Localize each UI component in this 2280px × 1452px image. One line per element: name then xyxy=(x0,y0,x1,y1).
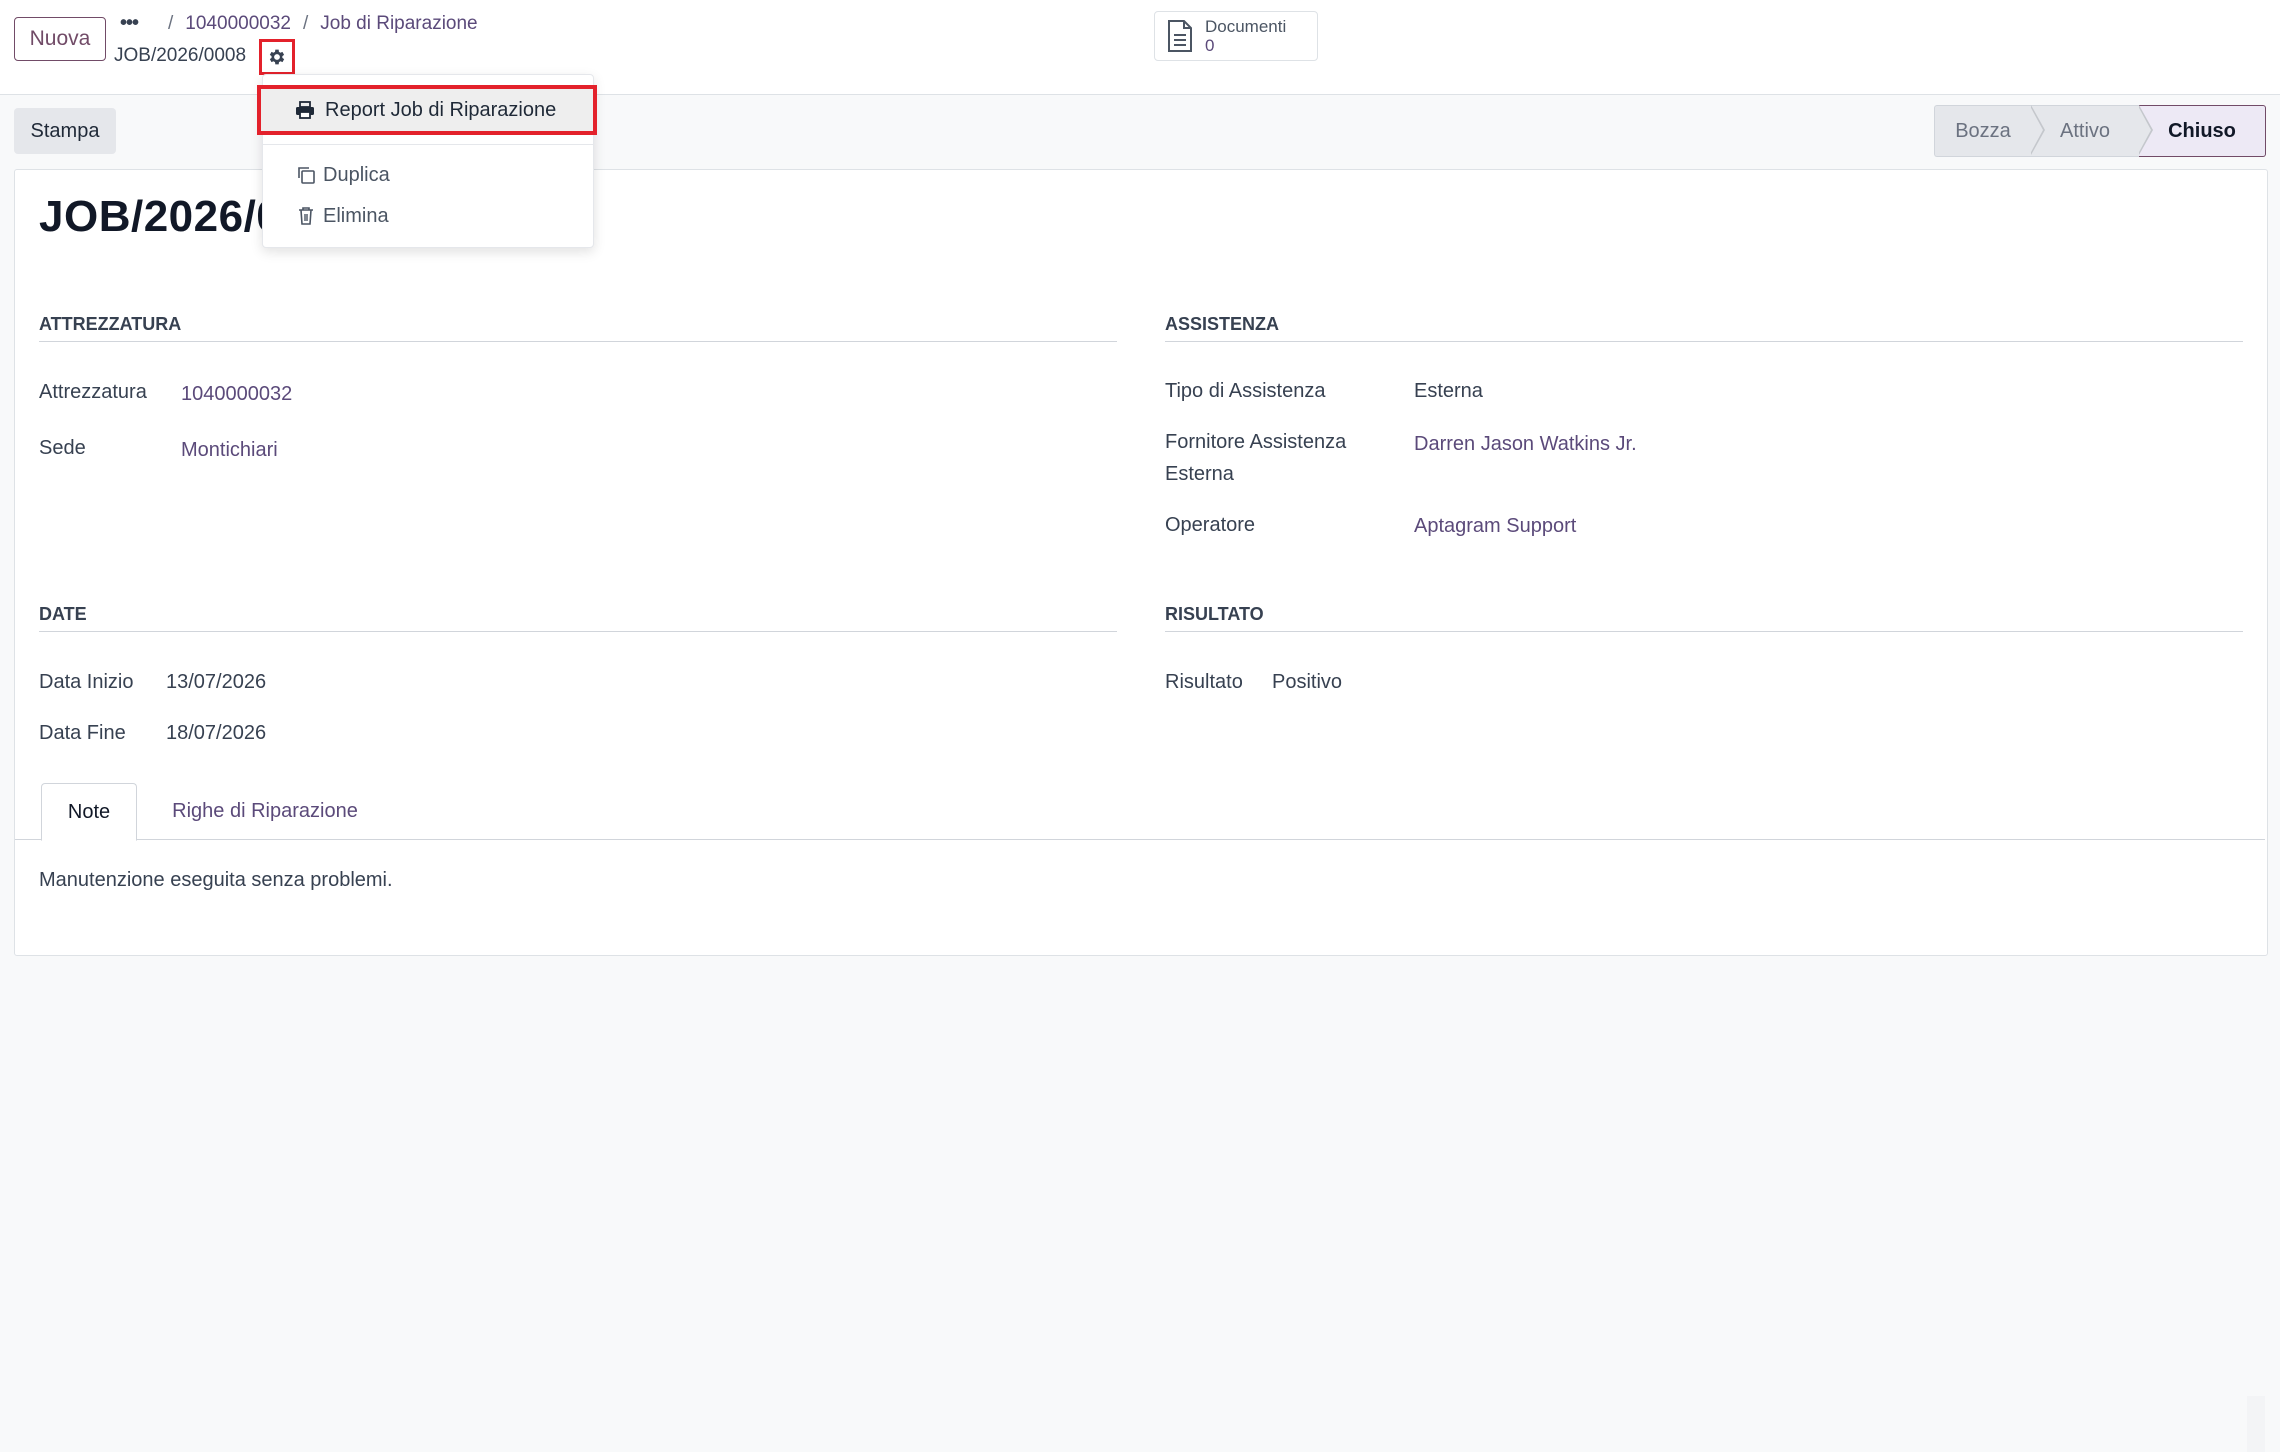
section-heading-equipment: ATTREZZATURA xyxy=(39,314,182,334)
delete-label: Elimina xyxy=(323,204,389,227)
site-label: Sede xyxy=(39,437,86,459)
end-date-label: Data Fine xyxy=(39,722,126,744)
assistance-type-label: Tipo di Assistenza xyxy=(1165,380,1326,402)
documents-label: Documenti xyxy=(1205,17,1287,36)
notebook-tabs: Note Righe di Riparazione xyxy=(15,783,2265,1452)
documents-button[interactable]: Documenti 0 xyxy=(1154,11,1318,61)
start-date-label: Data Inizio xyxy=(39,671,134,693)
status-label: Bozza xyxy=(1955,119,2011,142)
result-value[interactable]: Positivo xyxy=(1272,671,1342,694)
supplier-link[interactable]: Darren Jason Watkins Jr. xyxy=(1414,433,1637,456)
status-bar: Bozza Attivo Chiuso xyxy=(1934,105,2266,157)
note-text[interactable]: Manutenzione eseguita senza problemi. xyxy=(39,869,393,892)
supplier-label-line2: Esterna xyxy=(1165,463,1234,485)
section-heading-result: RISULTATO xyxy=(1165,604,1264,624)
printer-icon xyxy=(295,101,315,119)
operator-link[interactable]: Aptagram Support xyxy=(1414,515,1576,538)
gear-button[interactable] xyxy=(259,39,295,75)
print-button[interactable]: Stampa xyxy=(14,108,116,154)
site-link[interactable]: Montichiari xyxy=(181,439,278,462)
section-divider xyxy=(1165,631,2243,632)
start-date-value[interactable]: 13/07/2026 xyxy=(166,671,266,694)
assistance-type-value[interactable]: Esterna xyxy=(1414,380,1483,403)
breadcrumb-separator: / xyxy=(302,12,309,34)
form-sheet: JOB/2026/0 ATTREZZATURA Attrezzatura 104… xyxy=(14,169,2268,1452)
record-title: JOB/2026/0 xyxy=(39,192,282,241)
tab-repair-lines[interactable]: Righe di Riparazione xyxy=(157,783,373,839)
report-menu-item[interactable]: Report Job di Riparazione xyxy=(257,85,597,135)
status-bozza[interactable]: Bozza xyxy=(1934,105,2045,157)
status-arrow xyxy=(2030,105,2045,155)
breadcrumb: ••• / 1040000032 / Job di Riparazione xyxy=(120,12,478,35)
breadcrumb-more-icon[interactable]: ••• xyxy=(120,12,139,35)
tabs-scrollbar[interactable] xyxy=(2247,1396,2265,1452)
copy-icon xyxy=(295,165,317,185)
section-divider xyxy=(1165,341,2243,342)
section-divider xyxy=(39,341,1117,342)
result-label: Risultato xyxy=(1165,671,1243,693)
document-icon xyxy=(1155,20,1205,52)
trash-icon xyxy=(295,206,317,226)
status-chiuso[interactable]: Chiuso xyxy=(2139,105,2266,157)
status-arrow xyxy=(2138,105,2153,155)
duplicate-label: Duplica xyxy=(323,163,390,186)
documents-count: 0 xyxy=(1205,36,1215,55)
new-button[interactable]: Nuova xyxy=(14,17,106,61)
delete-menu-item[interactable]: Elimina xyxy=(295,201,389,231)
duplicate-menu-item[interactable]: Duplica xyxy=(295,160,390,190)
breadcrumb-current-link[interactable]: Job di Riparazione xyxy=(320,13,477,35)
status-label: Attivo xyxy=(2059,119,2111,142)
breadcrumb-parent-link[interactable]: 1040000032 xyxy=(185,13,291,35)
section-heading-dates: DATE xyxy=(39,604,87,624)
equipment-link[interactable]: 1040000032 xyxy=(181,383,292,406)
dropdown-divider xyxy=(263,144,593,145)
supplier-label-line1: Fornitore Assistenza xyxy=(1165,431,1347,453)
tab-note[interactable]: Note xyxy=(41,783,137,841)
status-attivo[interactable]: Attivo xyxy=(2031,105,2153,157)
end-date-value[interactable]: 18/07/2026 xyxy=(166,722,266,745)
breadcrumb-separator: / xyxy=(168,12,174,34)
operator-label: Operatore xyxy=(1165,514,1256,536)
record-name: JOB/2026/0008 xyxy=(114,45,247,66)
section-heading-assistance: ASSISTENZA xyxy=(1165,314,1280,334)
gear-icon xyxy=(267,47,287,67)
section-divider xyxy=(39,631,1117,632)
status-label: Chiuso xyxy=(2168,119,2236,142)
report-label: Report Job di Riparazione xyxy=(325,98,557,121)
equipment-label: Attrezzatura xyxy=(39,381,147,403)
